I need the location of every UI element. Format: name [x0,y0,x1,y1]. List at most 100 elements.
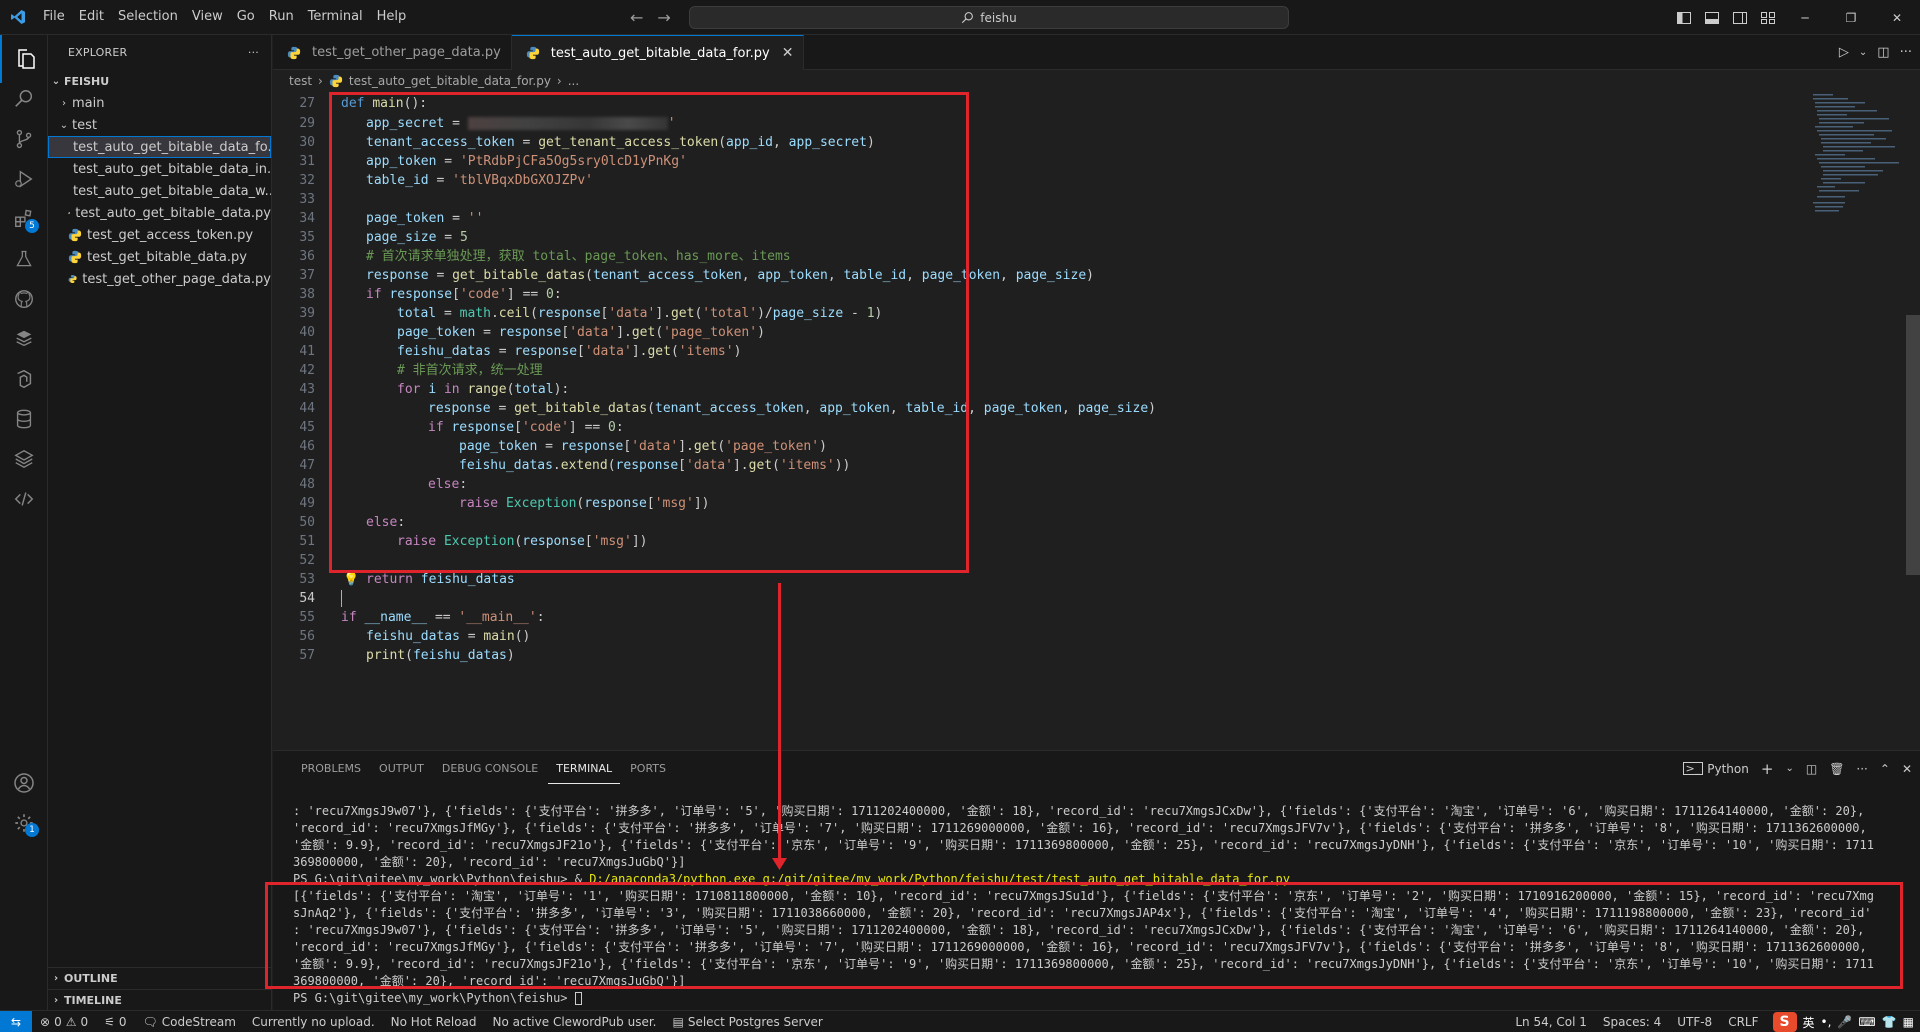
line-number: 38 [299,287,315,302]
new-terminal-icon[interactable]: + [1761,760,1774,778]
encoding[interactable]: UTF-8 [1669,1015,1720,1029]
maximize-panel-icon[interactable]: ⌃ [1880,762,1890,776]
tab-output[interactable]: OUTPUT [371,754,432,783]
editor-scrollbar[interactable] [1906,315,1920,575]
activity-bar: 5 1 [0,35,48,1013]
breadcrumb-symbol[interactable]: ... [568,74,579,88]
minimap[interactable] [1811,92,1906,222]
file-item[interactable]: test_auto_get_bitable_data_w... [48,180,271,202]
close-icon[interactable]: ✕ [782,45,794,61]
tab-problems[interactable]: PROBLEMS [293,754,369,783]
line-number: 48 [299,477,315,492]
close-panel-icon[interactable]: ✕ [1902,762,1912,776]
restore-icon[interactable]: ❐ [1828,0,1874,35]
forward-arrow-icon[interactable]: → [657,8,670,27]
terminal-line: '金额': 9.9}, 'record_id': 'recu7XmgsJF21o… [293,838,1874,852]
line-number: 44 [299,401,315,416]
database-icon: ▤ [672,1014,684,1029]
file-item[interactable]: test_get_bitable_data.py [48,246,271,268]
chevron-down-icon[interactable]: ⌄ [1785,763,1793,774]
chevron-right-icon: › [53,995,59,1006]
line-number: 39 [299,306,315,321]
tab-terminal[interactable]: TERMINAL [548,754,621,784]
file-item[interactable]: test_auto_get_bitable_data_in... [48,158,271,180]
menu-view[interactable]: View [185,5,230,29]
toggle-secondary-sidebar-icon[interactable] [1726,0,1754,35]
navigation-arrows: ← → [630,0,671,35]
customize-layout-icon[interactable] [1754,0,1782,35]
tab-label: test_get_other_page_data.py [312,45,501,60]
status-bar: ⇆ ⊗ 0 ⚠ 0 ⚟ 0 🗨 CodeStream Currently no uplo… [0,1010,1920,1032]
breadcrumb-file[interactable]: test_auto_get_bitable_data_for.py [349,74,551,88]
tab-other-page-data[interactable]: test_get_other_page_data.py [273,35,512,70]
microphone-icon: 🎤 [1837,1015,1853,1029]
outline-section[interactable]: › OUTLINE [48,967,272,989]
ime-toolbar[interactable]: S 英 •, 🎤 ⌨ 👕 ▦ [1767,1012,1920,1032]
remote-indicator-icon[interactable]: ⇆ [0,1010,32,1032]
toggle-panel-icon[interactable] [1698,0,1726,35]
outline-label: OUTLINE [64,972,118,985]
tab-label: test_auto_get_bitable_data_for.py [550,45,770,61]
split-terminal-icon[interactable]: ◫ [1806,762,1817,776]
file-label: test_get_bitable_data.py [87,249,247,265]
indentation[interactable]: Spaces: 4 [1595,1015,1669,1029]
line-number: 47 [299,458,315,473]
menu-file[interactable]: File [36,5,72,29]
menu-go[interactable]: Go [230,5,262,29]
run-python-file-icon[interactable]: ▷ [1839,45,1849,60]
editor-area: test_get_other_page_data.py test_auto_ge… [273,35,1920,750]
trash-icon[interactable]: 🗑 [1829,762,1844,776]
terminal-profile[interactable]: >_ Python [1682,762,1749,776]
menu-run[interactable]: Run [262,5,301,29]
more-actions-icon[interactable]: ··· [1856,762,1867,776]
problems-status[interactable]: ⊗ 0 ⚠ 0 [32,1015,96,1029]
line-number: 43 [299,382,315,397]
clewordpub-status[interactable]: No active ClewordPub user. [485,1015,665,1029]
title-bar-controls: ─ ❐ ✕ [1670,0,1920,35]
folder-label: test [72,117,97,133]
back-arrow-icon[interactable]: ← [630,8,643,27]
tab-ports[interactable]: PORTS [622,754,674,783]
folder-test[interactable]: ⌄ test [48,114,271,136]
workspace-root[interactable]: ⌄ FEISHU [48,70,271,92]
ports-status[interactable]: ⚟ 0 [96,1015,134,1029]
file-item[interactable]: test_get_access_token.py [48,224,271,246]
hot-reload-status[interactable]: No Hot Reload [383,1015,485,1029]
chevron-down-icon[interactable]: ⌄ [1859,47,1867,58]
menu-terminal[interactable]: Terminal [301,5,370,29]
codestream-status[interactable]: 🗨 CodeStream [135,1015,244,1029]
end-of-line[interactable]: CRLF [1720,1015,1766,1029]
file-item[interactable]: test_get_other_page_data.py [48,268,271,290]
settings-badge: 1 [25,823,39,837]
minimize-icon[interactable]: ─ [1782,0,1828,35]
menu-edit[interactable]: Edit [72,5,111,29]
close-window-icon[interactable]: ✕ [1874,0,1920,35]
more-actions-icon[interactable]: ··· [1900,45,1912,60]
folder-main[interactable]: › main [48,92,271,114]
code-link-icon[interactable] [0,475,48,523]
breadcrumb-folder[interactable]: test [289,74,312,88]
upload-status[interactable]: Currently no upload. [244,1015,383,1029]
tab-debug-console[interactable]: DEBUG CONSOLE [434,754,546,783]
file-item[interactable]: test_auto_get_bitable_data_fo... [48,136,271,158]
file-label: test_get_access_token.py [87,227,254,243]
postgres-status[interactable]: ▤ Select Postgres Server [664,1015,830,1029]
annotation-arrow [778,583,781,861]
cursor-position[interactable]: Ln 54, Col 1 [1507,1015,1595,1029]
timeline-section[interactable]: › TIMELINE [48,989,272,1011]
panel-tabs: PROBLEMS OUTPUT DEBUG CONSOLE TERMINAL P… [273,751,1920,786]
file-item[interactable]: test_auto_get_bitable_data.py [48,202,271,224]
toggle-primary-sidebar-icon[interactable] [1670,0,1698,35]
menu-help[interactable]: Help [370,5,414,29]
explorer-more-button[interactable]: ··· [248,46,259,59]
menu-selection[interactable]: Selection [111,5,185,29]
error-count: 0 [54,1014,62,1029]
error-icon: ⊗ [40,1014,51,1029]
split-editor-icon[interactable]: ◫ [1877,45,1889,60]
tab-auto-get-bitable-data-for[interactable]: test_auto_get_bitable_data_for.py ✕ [511,35,805,70]
manage-gear-icon[interactable]: 1 [0,799,48,847]
file-label: test_auto_get_bitable_data_fo... [73,139,271,155]
command-center-search[interactable]: feishu [689,6,1289,29]
folder-label: main [72,95,105,111]
terminal-icon: >_ [1682,762,1704,775]
